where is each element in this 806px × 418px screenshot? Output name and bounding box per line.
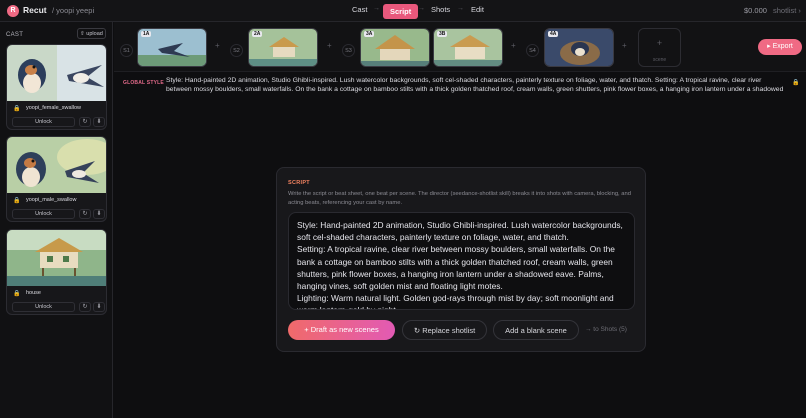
add-shot-icon[interactable]: + [327, 41, 332, 50]
shotlist-link[interactable]: shotlist › [773, 6, 801, 15]
download-icon[interactable]: ⬇ [93, 302, 105, 312]
lock-icon: 🔒 [13, 106, 21, 112]
cast-name: yoopi_female_swallow [26, 105, 82, 111]
download-icon[interactable]: ⬇ [93, 117, 105, 127]
shot-badge: 3A [364, 31, 375, 37]
script-title: SCRIPT [288, 180, 310, 186]
scene-marker[interactable]: S4 [526, 44, 539, 57]
plus-icon: + [656, 38, 663, 48]
global-style-text[interactable]: Style: Hand-painted 2D animation, Studio… [166, 76, 784, 96]
swallow-male-image [7, 137, 106, 193]
scene-marker[interactable]: S1 [120, 44, 133, 57]
arrow-icon: → [418, 5, 425, 12]
global-style-label: GLOBAL STYLE [123, 80, 164, 86]
add-shot-icon[interactable]: + [215, 41, 220, 50]
cast-sidebar: CAST ⇧ upload 🔒 yoopi_female_swallow Unl… [0, 22, 113, 418]
unlock-button[interactable]: Unlock [12, 209, 75, 219]
download-icon[interactable]: ⬇ [93, 209, 105, 219]
replace-shotlist-button[interactable]: ↻ Replace shotlist [402, 320, 487, 340]
scene-marker[interactable]: S3 [342, 44, 355, 57]
upload-button[interactable]: ⇧ upload [77, 28, 106, 39]
step-cast[interactable]: Cast [352, 5, 367, 14]
script-textarea[interactable]: Style: Hand-painted 2D animation, Studio… [288, 212, 635, 310]
app-name: Recut [23, 5, 47, 15]
unlock-button[interactable]: Unlock [12, 117, 75, 127]
lock-icon: 🔒 [13, 198, 21, 204]
top-bar: R Recut / yoopi yeepi Cast → Script → Sh… [0, 0, 806, 22]
export-button[interactable]: ▸ Export [758, 39, 802, 55]
swallow-female-image [7, 45, 106, 101]
cast-name: yoopi_male_swallow [26, 197, 77, 203]
add-shot-icon[interactable]: + [622, 41, 627, 50]
lock-icon[interactable]: 🔒 [792, 79, 799, 86]
shot-thumbnail[interactable]: 4A [544, 28, 614, 67]
unlock-button[interactable]: Unlock [12, 302, 75, 312]
refresh-icon[interactable]: ↻ [79, 302, 91, 312]
new-scene-label: scene [652, 57, 667, 63]
cast-card[interactable]: 🔒 yoopi_female_swallow Unlock ↻ ⬇ [6, 44, 107, 130]
shot-badge: 2A [252, 31, 263, 37]
cast-title: CAST [6, 32, 24, 38]
scene-marker[interactable]: S2 [230, 44, 243, 57]
shot-badge: 3B [437, 31, 448, 37]
house-image [7, 230, 106, 286]
add-shot-icon[interactable]: + [511, 41, 516, 50]
add-blank-scene-button[interactable]: Add a blank scene [493, 320, 579, 340]
storyboard-strip: S1 1A + S2 2A + S3 3A 3B + S4 4A + + sce… [114, 22, 806, 72]
cast-card[interactable]: 🔒 house Unlock ↻ ⬇ [6, 229, 107, 315]
app-logo[interactable]: R [7, 5, 19, 17]
arrow-icon: → [457, 5, 464, 12]
refresh-icon[interactable]: ↻ [79, 209, 91, 219]
project-breadcrumb[interactable]: / yoopi yeepi [52, 6, 94, 15]
shot-badge: 1A [141, 31, 152, 37]
cast-name: house [26, 290, 41, 296]
shot-thumbnail[interactable]: 1A [137, 28, 207, 67]
shot-thumbnail[interactable]: 3B [433, 28, 503, 67]
draft-scenes-button[interactable]: + Draft as new scenes [288, 320, 395, 340]
lock-icon: 🔒 [13, 291, 21, 297]
cast-card[interactable]: 🔒 yoopi_male_swallow Unlock ↻ ⬇ [6, 136, 107, 222]
refresh-icon[interactable]: ↻ [79, 117, 91, 127]
arrow-icon: → [373, 5, 380, 12]
shot-badge: 4A [548, 31, 559, 37]
cost-readout: $0.000 [744, 6, 767, 15]
to-shots-link[interactable]: → to Shots (5) [585, 326, 627, 333]
step-edit[interactable]: Edit [471, 5, 484, 14]
step-shots[interactable]: Shots [431, 5, 450, 14]
new-scene-button[interactable]: + scene [638, 28, 681, 67]
shot-thumbnail[interactable]: 2A [248, 28, 318, 67]
step-script[interactable]: Script [383, 4, 419, 19]
shot-thumbnail[interactable]: 3A [360, 28, 430, 67]
script-description: Write the script or beat sheet, one beat… [288, 191, 631, 206]
script-panel: SCRIPT Write the script or beat sheet, o… [276, 167, 646, 352]
